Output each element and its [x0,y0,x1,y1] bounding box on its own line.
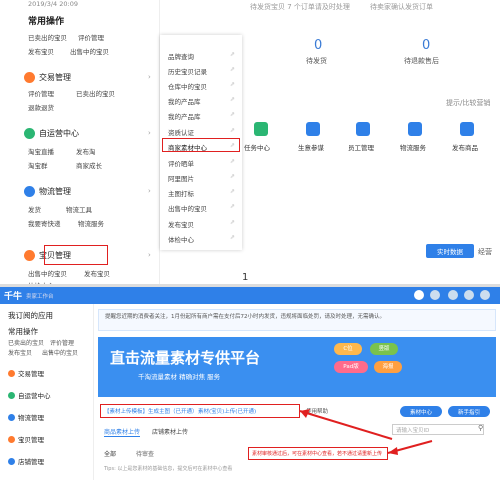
top-panel: 2019/3/4 20:09 常用操作 已卖出的宝贝 评价管理 发布宝贝 出售中… [0,0,500,290]
chat-icon[interactable] [306,122,320,136]
pin-icon[interactable]: ⇗ [230,51,235,58]
tool-label[interactable]: 发布商品 [452,142,478,152]
section-link[interactable]: 发布淘 [76,146,96,156]
send-icon[interactable] [460,122,474,136]
self-op-icon [24,128,35,139]
arrow-line [299,410,393,440]
section-link[interactable]: 评价管理 [28,88,54,98]
stat-label: 待发货 [306,57,327,65]
chevron-right-icon: › [148,73,151,81]
logistics-icon [24,186,35,197]
tool-label[interactable]: 任务中心 [244,142,270,152]
highlight-box-material [162,138,240,152]
chevron-right-icon: › [148,251,151,259]
chevron-right-icon: › [148,187,151,195]
section-link[interactable]: 物流服务 [78,218,104,228]
pin-icon[interactable]: ⇗ [230,96,235,103]
stat-value[interactable]: 0 [314,38,322,53]
top-notice: 待发货宝贝 7 个订单请及时处理 [250,3,350,11]
common-ops-title: 常用操作 [28,17,65,27]
section-link[interactable]: 淘宝直播 [28,146,54,156]
top-notice: 待卖家确认发货订单 [370,3,433,11]
flyout-item[interactable]: 我的产品库 [168,111,201,121]
arrow-head [388,447,398,455]
flyout-item[interactable]: 主图打标 [168,188,194,198]
highlight-box-goods [44,245,108,265]
section-link[interactable]: 发货 [28,204,41,214]
right-note: 提示/比较营销 [446,99,491,107]
section-link[interactable]: 我要寄快递 [28,218,61,228]
quick-link[interactable]: 已卖出的宝贝 [28,32,67,42]
calendar-icon[interactable] [254,122,268,136]
pin-icon[interactable]: ⇗ [230,234,235,241]
tool-label[interactable]: 生意参谋 [298,142,324,152]
tool-label[interactable]: 员工管理 [348,142,374,152]
flyout-item[interactable]: 历史宝贝记录 [168,66,207,76]
pin-icon[interactable]: ⇗ [230,81,235,88]
section-link[interactable]: 出售中的宝贝 [28,268,67,278]
section-link[interactable]: 已卖出的宝贝 [76,88,115,98]
section-link[interactable]: 物流工具 [66,204,92,214]
section-self-op[interactable]: 自运营中心 [24,128,79,139]
stat-label: 待退款售后 [404,57,439,65]
flyout-item[interactable]: 出售中的宝贝 [168,203,207,213]
clipped-header: 2019/3/4 20:09 [28,0,78,8]
annotation-arrows [299,409,433,455]
section-link[interactable]: 发布宝贝 [84,268,110,278]
flyout-item[interactable]: 阿里图片 [168,173,194,183]
goods-icon [24,250,35,261]
flyout-item[interactable]: 发布宝贝 [168,219,194,229]
pin-icon[interactable]: ⇗ [230,111,235,118]
section-link[interactable]: 商家成长 [76,160,102,170]
tool-label[interactable]: 物流服务 [400,142,426,152]
flyout-item[interactable]: 品牌查询 [168,51,194,61]
realtime-data-button[interactable]: 实时数据 [426,244,474,258]
bottom-number: 1 [242,272,249,283]
flyout-item[interactable]: 体检中心 [168,234,194,244]
flyout-item[interactable]: 仓库中的宝贝 [168,81,207,91]
pin-icon[interactable]: ⇗ [230,158,235,165]
stat-value[interactable]: 0 [422,38,430,53]
quick-link[interactable]: 出售中的宝贝 [70,46,109,56]
flyout-item[interactable]: 资质认证 [168,127,194,137]
pin-icon[interactable]: ⇗ [230,173,235,180]
bottom-panel: 千牛 卖家工作台 我订阅的应用 常用操作 已卖出的宝贝 评价管理 发布宝贝 出售… [0,284,500,480]
quick-link[interactable]: 发布宝贝 [28,46,54,56]
trade-icon [24,72,35,83]
flyout-item[interactable]: 我的产品库 [168,96,201,106]
pin-icon[interactable]: ⇗ [230,219,235,226]
section-trade[interactable]: 交易管理 [24,72,71,83]
tab-business[interactable]: 经营 [478,247,492,257]
section-logistics[interactable]: 物流管理 [24,186,71,197]
quick-link[interactable]: 评价管理 [78,32,104,42]
section-link[interactable]: 淘宝群 [28,160,48,170]
pin-icon[interactable]: ⇗ [230,66,235,73]
section-link[interactable]: 退款退货 [28,102,54,112]
pin-icon[interactable]: ⇗ [230,188,235,195]
box-icon[interactable] [408,122,422,136]
pin-icon[interactable]: ⇗ [230,203,235,210]
flyout-item[interactable]: 评价晒单 [168,158,194,168]
left-sidebar: 2019/3/4 20:09 常用操作 已卖出的宝贝 评价管理 发布宝贝 出售中… [0,0,160,290]
people-icon[interactable] [356,122,370,136]
pin-icon[interactable]: ⇗ [230,127,235,134]
chevron-right-icon: › [148,129,151,137]
